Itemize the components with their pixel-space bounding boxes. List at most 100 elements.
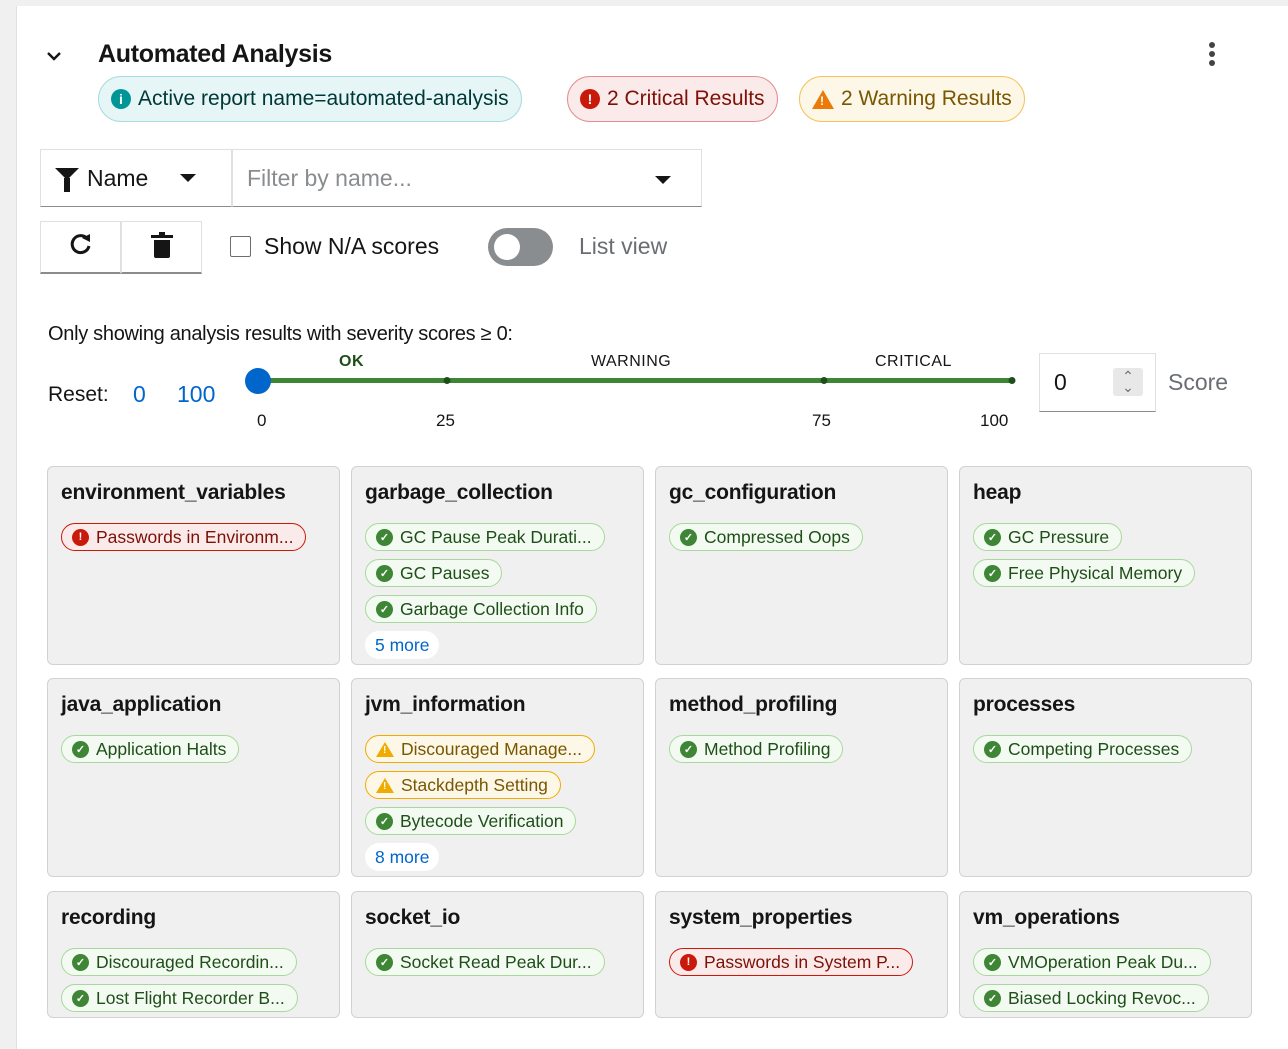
check-circle-icon: ✓ <box>984 989 1001 1007</box>
slider-tick-label: 75 <box>812 411 831 430</box>
exclamation-circle-icon: ! <box>580 89 600 109</box>
warning-results-label[interactable]: ! 2 Warning Results <box>799 76 1025 122</box>
check-circle-icon: ✓ <box>680 740 697 758</box>
check-circle-icon: ✓ <box>72 740 89 758</box>
result-label-text: Biased Locking Revoc... <box>1008 987 1196 1008</box>
result-label-text: Discouraged Manage... <box>401 738 582 759</box>
filter-attribute-value: Name <box>87 164 149 191</box>
check-circle-icon: ✓ <box>376 812 393 830</box>
result-label[interactable]: ! Passwords in Environm... <box>61 523 307 551</box>
severity-slider[interactable] <box>240 345 1030 405</box>
reset-label: Reset: <box>48 383 109 406</box>
category-tile: method_profiling ✓ Method Profiling <box>655 678 948 877</box>
result-label[interactable]: ✓ Lost Flight Recorder B... <box>61 984 298 1012</box>
category-tile: processes ✓ Competing Processes <box>959 678 1252 877</box>
filter-icon <box>55 168 79 192</box>
score-input[interactable]: 0 ⌃ ⌄ <box>1039 353 1156 412</box>
slider-tick-label: 25 <box>436 411 455 430</box>
slider-tick-label: 100 <box>980 411 1009 430</box>
result-label[interactable]: ✓ Discouraged Recordin... <box>61 948 297 976</box>
result-label-text: Passwords in Environm... <box>96 526 294 547</box>
result-label-text: GC Pressure <box>1008 526 1110 547</box>
check-circle-icon: ✓ <box>984 564 1001 582</box>
reset-min-link[interactable]: 0 <box>133 381 146 408</box>
result-label-text: Application Halts <box>96 738 227 759</box>
toggle-knob <box>494 234 520 260</box>
slider-tick <box>443 377 451 384</box>
collapse-chevron-icon[interactable] <box>42 44 66 68</box>
check-circle-icon: ✓ <box>984 953 1001 971</box>
category-title: java_application <box>61 693 222 716</box>
result-label-text: Stackdepth Setting <box>401 774 548 795</box>
result-label[interactable]: ✓ GC Pause Peak Durati... <box>365 523 605 551</box>
result-label[interactable]: ✓ Socket Read Peak Dur... <box>365 948 605 976</box>
check-circle-icon: ✓ <box>72 989 89 1007</box>
result-label[interactable]: ✓ Application Halts <box>61 735 240 763</box>
show-na-label: Show N/A scores <box>264 233 440 259</box>
result-label[interactable]: ! Passwords in System P... <box>669 948 914 976</box>
check-circle-icon: ✓ <box>984 528 1001 546</box>
result-label[interactable]: ✓ GC Pressure <box>973 523 1123 551</box>
more-results-button[interactable]: 8 more <box>365 843 440 871</box>
category-title: recording <box>61 906 157 929</box>
reset-max-link[interactable]: 100 <box>177 381 215 408</box>
result-label-text: Lost Flight Recorder B... <box>96 987 285 1008</box>
category-tile: jvm_information! Discouraged Manage...! St… <box>351 678 644 877</box>
result-label[interactable]: ✓ Garbage Collection Info <box>365 595 597 623</box>
category-title: garbage_collection <box>365 481 553 504</box>
trash-icon <box>150 232 173 258</box>
result-label[interactable]: ✓ Compressed Oops <box>669 523 863 551</box>
refresh-button[interactable] <box>40 221 121 274</box>
kebab-menu-icon[interactable] <box>1203 42 1221 72</box>
filter-name-input[interactable]: Filter by name... <box>232 149 702 207</box>
filter-placeholder: Filter by name... <box>247 164 412 191</box>
score-spinner[interactable]: ⌃ ⌄ <box>1113 368 1143 396</box>
caret-down-icon <box>180 174 197 182</box>
warning-results-text: 2 Warning Results <box>841 87 1012 110</box>
result-label-text: VMOperation Peak Du... <box>1008 951 1198 972</box>
exclamation-circle-icon: ! <box>72 528 89 546</box>
score-value: 0 <box>1054 369 1067 395</box>
check-circle-icon: ✓ <box>376 600 393 618</box>
slider-thumb[interactable] <box>245 368 271 394</box>
result-label-text: Free Physical Memory <box>1008 562 1183 583</box>
category-tile: environment_variables! Passwords in Envir… <box>47 466 340 665</box>
filter-attribute-select[interactable]: Name <box>40 149 232 207</box>
result-label-text: GC Pause Peak Durati... <box>400 526 592 547</box>
result-label[interactable]: ! Discouraged Manage... <box>365 735 595 763</box>
exclamation-circle-icon: ! <box>680 953 697 971</box>
category-tile: recording ✓ Discouraged Recordin... ✓ Lost F… <box>47 891 340 1018</box>
refresh-icon <box>68 231 94 264</box>
slider-tick <box>820 377 828 384</box>
category-tile: garbage_collection ✓ GC Pause Peak Durati.… <box>351 466 644 665</box>
result-label[interactable]: ✓ Free Physical Memory <box>973 559 1196 587</box>
caret-down-icon[interactable] <box>655 176 671 184</box>
result-label[interactable]: ! Stackdepth Setting <box>365 771 561 799</box>
result-label-text: Method Profiling <box>704 738 831 759</box>
result-label[interactable]: ✓ Competing Processes <box>973 735 1193 763</box>
category-title: environment_variables <box>61 481 286 504</box>
result-label[interactable]: ✓ Method Profiling <box>669 735 844 763</box>
active-report-text: Active report name=automated-analysis <box>138 87 509 110</box>
show-na-checkbox[interactable] <box>230 236 251 257</box>
delete-button[interactable] <box>121 221 202 274</box>
result-label[interactable]: ✓ VMOperation Peak Du... <box>973 948 1211 976</box>
result-label[interactable]: ✓ GC Pauses <box>365 559 503 587</box>
result-label-text: Compressed Oops <box>704 526 850 547</box>
list-view-toggle[interactable] <box>488 228 553 266</box>
category-tile: vm_operations ✓ VMOperation Peak Du... ✓ Bia… <box>959 891 1252 1018</box>
check-circle-icon: ✓ <box>680 528 697 546</box>
more-results-button[interactable]: 5 more <box>365 631 440 659</box>
category-title: processes <box>973 693 1076 716</box>
info-icon: i <box>111 89 131 109</box>
check-circle-icon: ✓ <box>376 953 393 971</box>
result-label[interactable]: ✓ Bytecode Verification <box>365 807 577 835</box>
result-label[interactable]: ✓ Biased Locking Revoc... <box>973 984 1209 1012</box>
critical-results-text: 2 Critical Results <box>607 87 765 110</box>
category-title: socket_io <box>365 906 461 929</box>
severity-description: Only showing analysis results with sever… <box>48 323 513 345</box>
category-tile: java_application ✓ Application Halts <box>47 678 340 877</box>
warning-triangle-icon: ! <box>376 777 394 793</box>
critical-results-label[interactable]: ! 2 Critical Results <box>567 76 778 122</box>
slider-tick <box>1008 377 1016 384</box>
